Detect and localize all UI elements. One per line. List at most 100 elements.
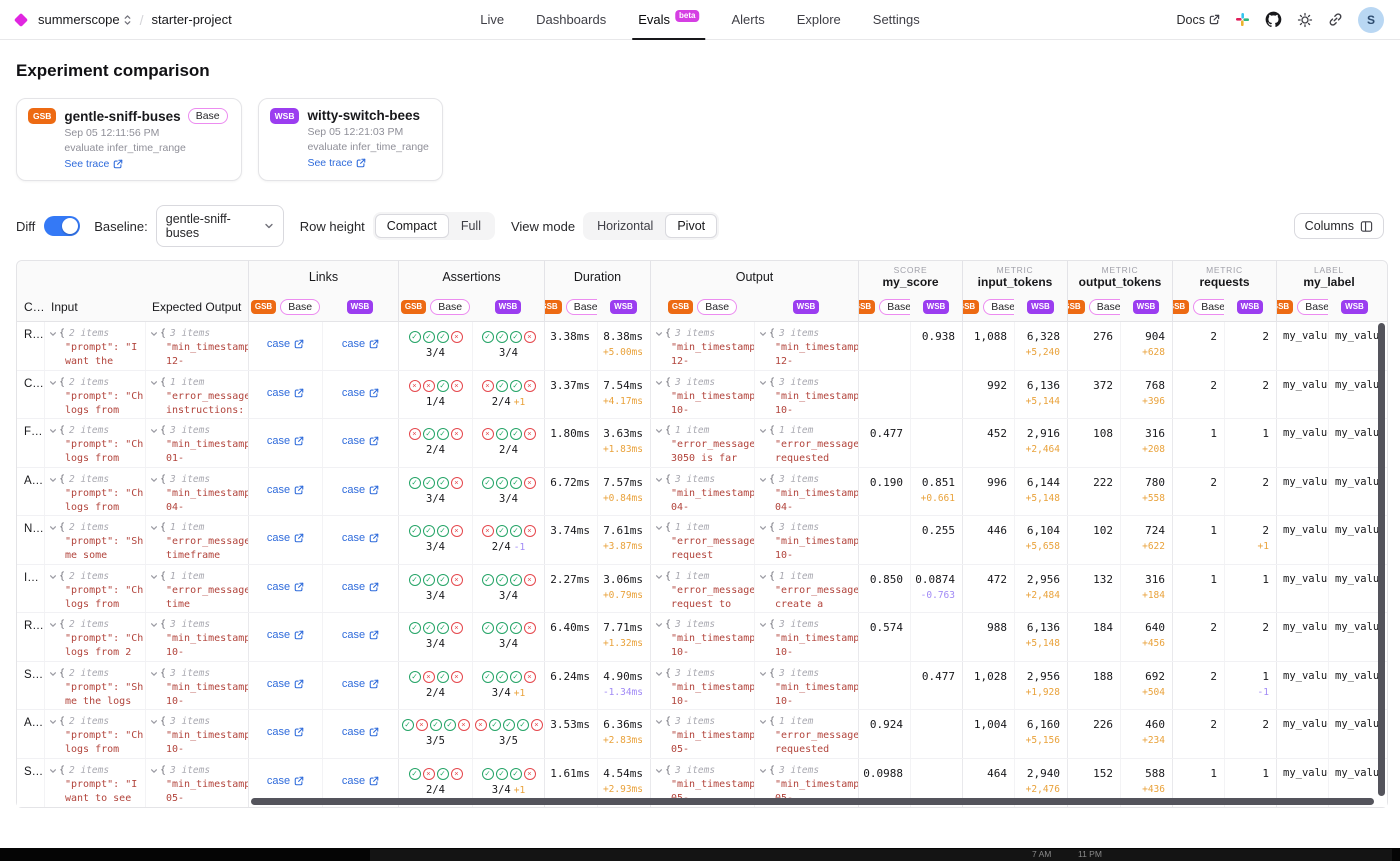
- case-link[interactable]: case: [267, 678, 304, 690]
- json-collapse-row[interactable]: {1 item: [655, 424, 753, 438]
- slack-icon[interactable]: [1235, 12, 1250, 27]
- collapse-chevron-icon[interactable]: [49, 379, 57, 387]
- row-height-option-full[interactable]: Full: [449, 214, 493, 238]
- theme-sun-icon[interactable]: [1297, 12, 1313, 28]
- vertical-scrollbar-thumb[interactable]: [1378, 323, 1385, 796]
- tab-settings[interactable]: Settings: [873, 0, 920, 40]
- json-collapse-row[interactable]: {1 item: [759, 424, 857, 438]
- json-collapse-row[interactable]: {3 items: [150, 473, 247, 487]
- json-collapse-row[interactable]: {3 items: [150, 715, 247, 729]
- collapse-chevron-icon[interactable]: [759, 573, 767, 581]
- case-link[interactable]: case: [342, 387, 379, 399]
- json-collapse-row[interactable]: {1 item: [150, 570, 247, 584]
- json-collapse-row[interactable]: {2 items: [49, 570, 144, 584]
- case-id-cell[interactable]: A…: [17, 468, 44, 516]
- collapse-chevron-icon[interactable]: [759, 379, 767, 387]
- case-link[interactable]: case: [342, 435, 379, 447]
- json-collapse-row[interactable]: {1 item: [759, 570, 857, 584]
- json-collapse-row[interactable]: {3 items: [150, 424, 247, 438]
- case-id-cell[interactable]: S…: [17, 662, 44, 710]
- collapse-chevron-icon[interactable]: [655, 427, 663, 435]
- case-link[interactable]: case: [267, 775, 304, 787]
- collapse-chevron-icon[interactable]: [655, 573, 663, 581]
- see-trace-link[interactable]: See trace: [307, 157, 428, 169]
- collapse-chevron-icon[interactable]: [759, 476, 767, 484]
- columns-button[interactable]: Columns: [1294, 213, 1384, 239]
- json-collapse-row[interactable]: {2 items: [49, 715, 144, 729]
- collapse-chevron-icon[interactable]: [49, 670, 57, 678]
- collapse-chevron-icon[interactable]: [49, 767, 57, 775]
- collapse-chevron-icon[interactable]: [759, 767, 767, 775]
- case-id-cell[interactable]: R…: [17, 613, 44, 661]
- json-collapse-row[interactable]: {3 items: [655, 764, 753, 778]
- case-link[interactable]: case: [267, 484, 304, 496]
- case-id-cell[interactable]: R…: [17, 322, 44, 370]
- view-mode-option-horizontal[interactable]: Horizontal: [585, 214, 665, 238]
- json-collapse-row[interactable]: {2 items: [49, 618, 144, 632]
- json-collapse-row[interactable]: {2 items: [49, 667, 144, 681]
- horizontal-scrollbar-thumb[interactable]: [251, 798, 1374, 805]
- json-collapse-row[interactable]: {1 item: [655, 521, 753, 535]
- json-collapse-row[interactable]: {2 items: [49, 521, 144, 535]
- json-collapse-row[interactable]: {3 items: [150, 764, 247, 778]
- collapse-chevron-icon[interactable]: [150, 476, 158, 484]
- collapse-chevron-icon[interactable]: [655, 330, 663, 338]
- collapse-chevron-icon[interactable]: [150, 427, 158, 435]
- json-collapse-row[interactable]: {3 items: [655, 618, 753, 632]
- collapse-chevron-icon[interactable]: [49, 476, 57, 484]
- collapse-chevron-icon[interactable]: [150, 621, 158, 629]
- json-collapse-row[interactable]: {3 items: [655, 715, 753, 729]
- collapse-chevron-icon[interactable]: [49, 621, 57, 629]
- json-collapse-row[interactable]: {2 items: [49, 424, 144, 438]
- view-mode-option-pivot[interactable]: Pivot: [665, 214, 717, 238]
- json-collapse-row[interactable]: {3 items: [655, 667, 753, 681]
- collapse-chevron-icon[interactable]: [150, 573, 158, 581]
- case-link[interactable]: case: [267, 629, 304, 641]
- json-collapse-row[interactable]: {3 items: [655, 376, 753, 390]
- baseline-select[interactable]: gentle-sniff-buses: [156, 205, 284, 247]
- case-link[interactable]: case: [342, 678, 379, 690]
- json-collapse-row[interactable]: {2 items: [49, 376, 144, 390]
- json-collapse-row[interactable]: {1 item: [655, 570, 753, 584]
- json-collapse-row[interactable]: {3 items: [655, 327, 753, 341]
- tab-evals[interactable]: Evalsbeta: [638, 0, 699, 40]
- case-link[interactable]: case: [342, 629, 379, 641]
- json-collapse-row[interactable]: {3 items: [759, 376, 857, 390]
- json-collapse-row[interactable]: {3 items: [759, 521, 857, 535]
- collapse-chevron-icon[interactable]: [655, 767, 663, 775]
- collapse-chevron-icon[interactable]: [759, 524, 767, 532]
- github-icon[interactable]: [1265, 11, 1282, 28]
- docs-link[interactable]: Docs: [1177, 13, 1220, 27]
- case-link[interactable]: case: [267, 387, 304, 399]
- case-id-cell[interactable]: F…: [17, 419, 44, 467]
- case-link[interactable]: case: [267, 532, 304, 544]
- case-link[interactable]: case: [267, 338, 304, 350]
- json-collapse-row[interactable]: {3 items: [150, 618, 247, 632]
- collapse-chevron-icon[interactable]: [150, 670, 158, 678]
- json-collapse-row[interactable]: {3 items: [759, 473, 857, 487]
- collapse-chevron-icon[interactable]: [150, 524, 158, 532]
- json-collapse-row[interactable]: {1 item: [759, 715, 857, 729]
- json-collapse-row[interactable]: {3 items: [150, 667, 247, 681]
- case-link[interactable]: case: [342, 581, 379, 593]
- user-avatar[interactable]: S: [1358, 7, 1384, 33]
- case-link[interactable]: case: [267, 726, 304, 738]
- tab-explore[interactable]: Explore: [797, 0, 841, 40]
- json-collapse-row[interactable]: {3 items: [759, 764, 857, 778]
- diff-toggle[interactable]: [44, 216, 80, 236]
- json-collapse-row[interactable]: {3 items: [759, 618, 857, 632]
- case-id-cell[interactable]: I…: [17, 565, 44, 613]
- json-collapse-row[interactable]: {3 items: [759, 667, 857, 681]
- collapse-chevron-icon[interactable]: [655, 524, 663, 532]
- collapse-chevron-icon[interactable]: [759, 621, 767, 629]
- collapse-chevron-icon[interactable]: [655, 670, 663, 678]
- collapse-chevron-icon[interactable]: [49, 524, 57, 532]
- collapse-chevron-icon[interactable]: [655, 718, 663, 726]
- collapse-chevron-icon[interactable]: [49, 573, 57, 581]
- collapse-chevron-icon[interactable]: [150, 767, 158, 775]
- case-id-cell[interactable]: A…: [17, 710, 44, 758]
- collapse-chevron-icon[interactable]: [655, 379, 663, 387]
- case-link[interactable]: case: [267, 435, 304, 447]
- case-link[interactable]: case: [267, 581, 304, 593]
- json-collapse-row[interactable]: {1 item: [150, 521, 247, 535]
